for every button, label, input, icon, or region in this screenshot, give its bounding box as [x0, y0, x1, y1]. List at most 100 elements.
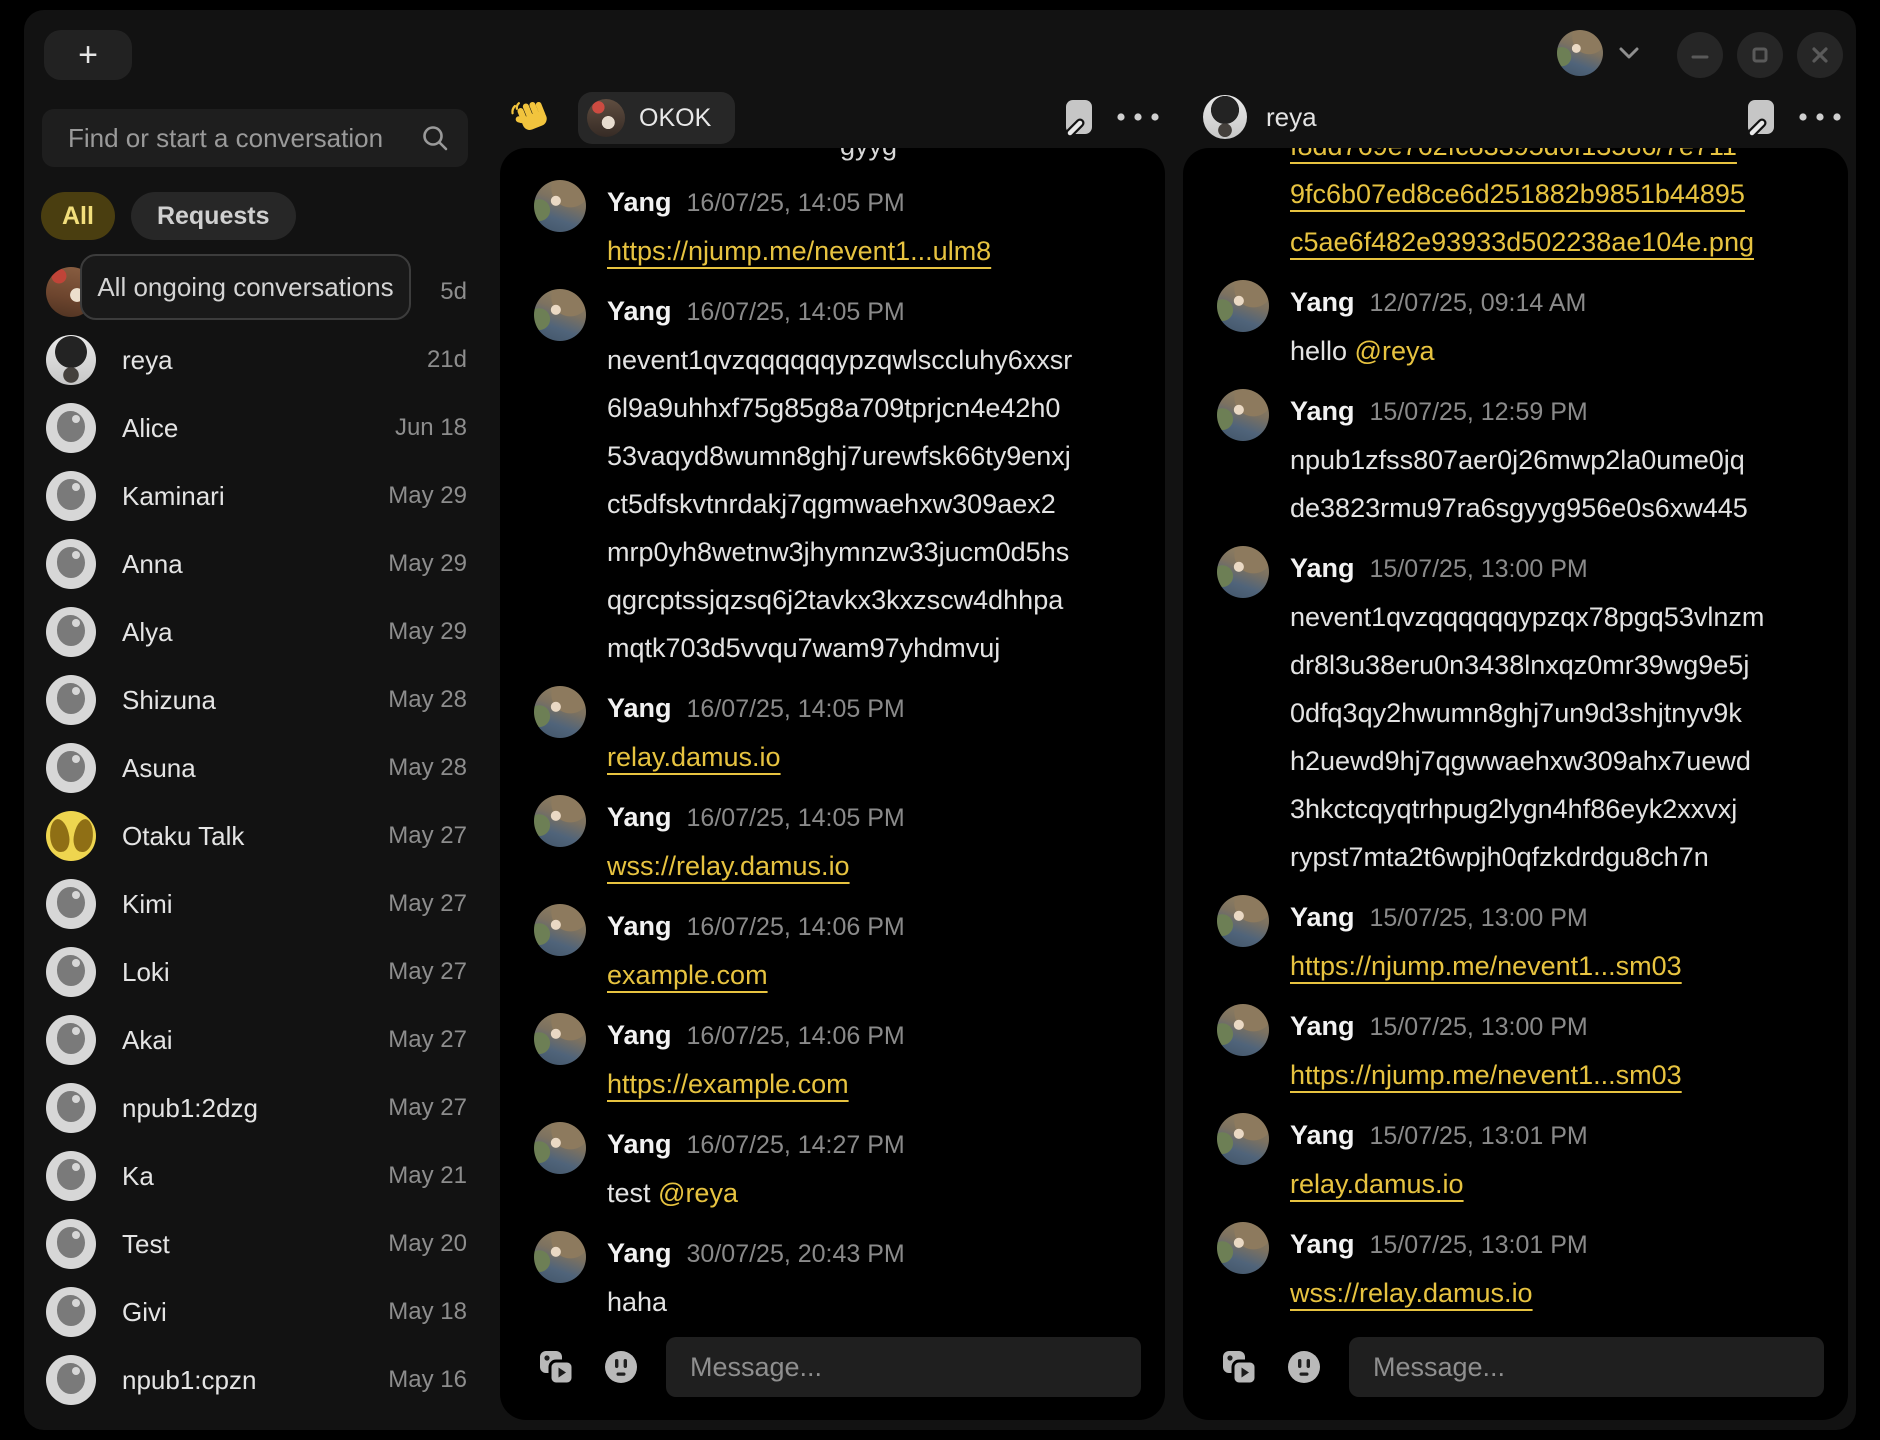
message-author: Yang — [1290, 1002, 1355, 1050]
message-link[interactable]: https://njump.me/nevent1...sm03 — [1290, 951, 1682, 981]
message-author: Yang — [607, 287, 672, 335]
avatar-default — [46, 539, 96, 589]
message-content: nevent1qvzqqqqqqypzqx78pgq53vlnzmdr8l3u3… — [1290, 593, 1824, 881]
media-icon[interactable] — [536, 1347, 576, 1387]
message-timestamp: 30/07/25, 20:43 PM — [687, 1230, 905, 1278]
message-content: relay.damus.io — [1290, 1160, 1824, 1208]
minimize-button[interactable] — [1677, 32, 1723, 78]
message-timestamp: 16/07/25, 14:27 PM — [687, 1121, 905, 1169]
peer-name-okok: OKOK — [639, 104, 711, 133]
message-content: relay.damus.io — [607, 733, 1141, 781]
chat-peer-reya[interactable]: reya — [1203, 95, 1317, 139]
conversation-item[interactable]: Otaku TalkMay 27 — [24, 802, 500, 870]
conversation-date: May 27 — [388, 958, 467, 986]
profile-menu[interactable] — [1557, 30, 1640, 76]
message-input[interactable] — [1349, 1337, 1824, 1397]
message-input[interactable] — [666, 1337, 1141, 1397]
message-content: test @reya — [607, 1169, 1141, 1217]
message-text: haha — [607, 1287, 667, 1317]
message-timestamp: 12/07/25, 09:14 AM — [1370, 279, 1587, 327]
close-button[interactable] — [1797, 32, 1843, 78]
message-author: Yang — [607, 793, 672, 841]
avatar-default — [46, 1015, 96, 1065]
message-link[interactable]: https://njump.me/nevent1...sm03 — [1290, 1060, 1682, 1090]
message: Yang12/07/25, 09:14 AMhello @reya — [1217, 278, 1824, 375]
message-link[interactable]: relay.damus.io — [1290, 1169, 1464, 1199]
message-timestamp: 15/07/25, 12:59 PM — [1370, 388, 1588, 436]
search-bar[interactable] — [42, 109, 468, 167]
conversation-item[interactable]: TestMay 20 — [24, 1210, 500, 1278]
conversation-item[interactable]: GiviMay 18 — [24, 1278, 500, 1346]
conversation-date: May 20 — [388, 1230, 467, 1258]
maximize-button[interactable] — [1737, 32, 1783, 78]
avatar-yang — [534, 1231, 586, 1283]
smiley-icon[interactable] — [602, 1348, 640, 1386]
conversation-item[interactable]: KimiMay 27 — [24, 870, 500, 938]
conversation-date: May 27 — [388, 890, 467, 918]
message-link[interactable]: wss://relay.damus.io — [1290, 1278, 1533, 1308]
message-link[interactable]: https://njump.me/nevent1...ulm8 — [607, 236, 991, 266]
conversation-item[interactable]: LokiMay 27 — [24, 938, 500, 1006]
conversation-date: May 28 — [388, 754, 467, 782]
mention[interactable]: @reya — [658, 1178, 738, 1208]
search-icon — [420, 123, 450, 153]
message-timestamp: 16/07/25, 14:06 PM — [687, 1012, 905, 1060]
conversation-item[interactable]: KaMay 21 — [24, 1142, 500, 1210]
message-timestamp: 15/07/25, 13:01 PM — [1370, 1112, 1588, 1160]
more-options-icon[interactable] — [1796, 110, 1844, 124]
message-link[interactable]: example.com — [607, 960, 768, 990]
message-link[interactable]: f8dd769e762fc83395d6f13586/7e711 — [1290, 148, 1737, 161]
message-timestamp: 16/07/25, 14:05 PM — [687, 288, 905, 336]
smiley-icon[interactable] — [1285, 1348, 1323, 1386]
wave-hand-icon — [510, 96, 550, 136]
conversation-item[interactable]: AnnaMay 29 — [24, 530, 500, 598]
app-window: + All Requests 5dreya21dAliceJun 18Kamin… — [24, 10, 1856, 1430]
message-timestamp: 15/07/25, 13:00 PM — [1370, 894, 1588, 942]
mention[interactable]: @reya — [1355, 336, 1435, 366]
conversation-date: May 16 — [388, 1366, 467, 1394]
conversation-item[interactable]: reya21d — [24, 326, 500, 394]
conversation-item[interactable]: AlyaMay 29 — [24, 598, 500, 666]
message-link[interactable]: c5ae6f482e93933d502238ae104e.png — [1290, 227, 1754, 257]
message-link[interactable]: 9fc6b07ed8ce6d251882b9851b44895 — [1290, 179, 1745, 209]
conversation-list: 5dreya21dAliceJun 18KaminariMay 29AnnaMa… — [24, 258, 500, 1414]
message-text: hello — [1290, 336, 1355, 366]
message-link[interactable]: wss://relay.damus.io — [607, 851, 850, 881]
minimize-icon — [1690, 45, 1710, 65]
message-content: https://njump.me/nevent1...sm03 — [1290, 942, 1824, 990]
filter-tabs: All Requests — [41, 192, 296, 240]
avatar-default — [46, 1219, 96, 1269]
avatar-default — [46, 947, 96, 997]
conversation-item[interactable]: ShizunaMay 28 — [24, 666, 500, 734]
tab-requests[interactable]: Requests — [131, 192, 296, 240]
new-conversation-button[interactable]: + — [44, 30, 132, 80]
more-options-icon[interactable] — [1114, 110, 1162, 124]
message-link[interactable]: relay.damus.io — [607, 742, 781, 772]
conversation-item[interactable]: AliceJun 18 — [24, 394, 500, 462]
avatar-yang — [534, 289, 586, 341]
media-icon[interactable] — [1219, 1347, 1259, 1387]
conversation-item[interactable]: AsunaMay 28 — [24, 734, 500, 802]
message-text: test — [607, 1178, 658, 1208]
conversation-name: npub1:2dzg — [122, 1093, 388, 1124]
message-text-line: mrp0yh8wetnw3jhymnzw33jucm0d5hs — [607, 528, 1141, 576]
message: Yang16/07/25, 14:27 PMtest @reya — [534, 1120, 1141, 1217]
message-content: hello @reya — [1290, 327, 1824, 375]
message-text-line: rypst7mta2t6wpjh0qfzkdrdgu8ch7n — [1290, 833, 1824, 881]
avatar-yang — [1217, 1004, 1269, 1056]
note-icon[interactable] — [1061, 97, 1097, 139]
message-author: Yang — [607, 1011, 672, 1059]
conversation-item[interactable]: KaminariMay 29 — [24, 462, 500, 530]
chat-peer-button-okok[interactable]: OKOK — [578, 92, 735, 144]
peer-name-reya: reya — [1266, 102, 1317, 133]
note-icon[interactable] — [1743, 97, 1779, 139]
avatar-default — [46, 743, 96, 793]
conversation-date: May 27 — [388, 1094, 467, 1122]
conversation-item[interactable]: AkaiMay 27 — [24, 1006, 500, 1074]
message-link[interactable]: https://example.com — [607, 1069, 849, 1099]
search-input[interactable] — [42, 123, 420, 154]
conversation-item[interactable]: npub1:cpznMay 16 — [24, 1346, 500, 1414]
tab-all[interactable]: All — [41, 192, 115, 240]
conversation-name: Asuna — [122, 753, 388, 784]
conversation-item[interactable]: npub1:2dzgMay 27 — [24, 1074, 500, 1142]
